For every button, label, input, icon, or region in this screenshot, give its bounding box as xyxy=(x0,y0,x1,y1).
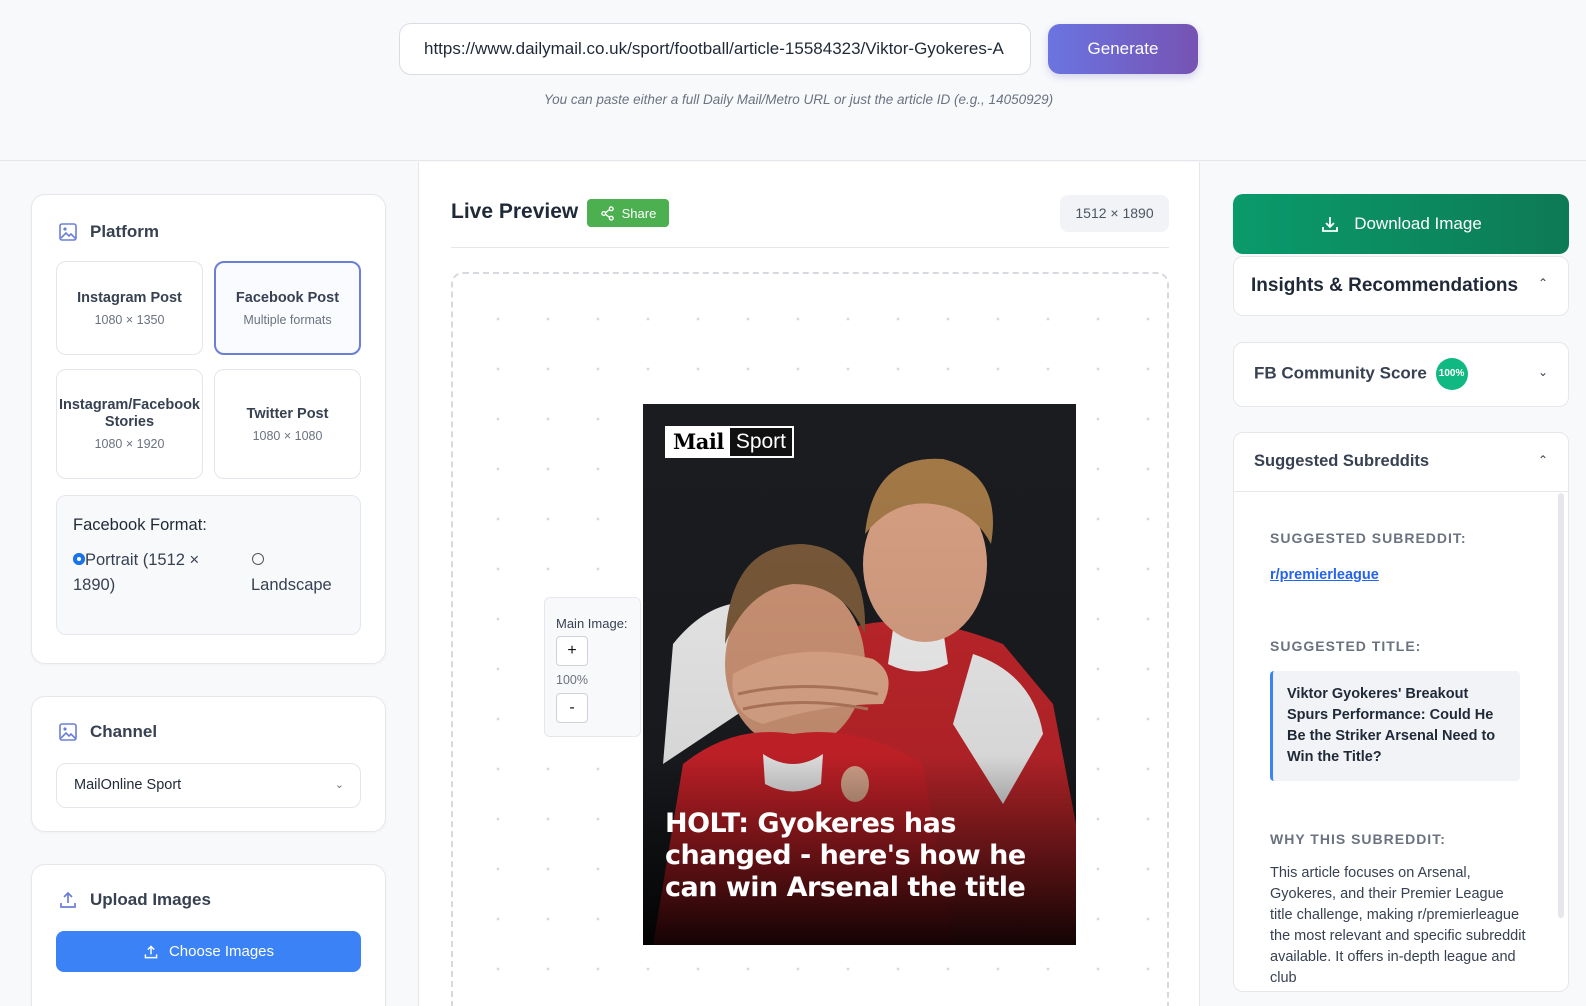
fb-score-badge: 100% xyxy=(1435,358,1468,390)
dimensions-badge: 1512 × 1890 xyxy=(1060,195,1169,232)
upload-heading: Upload Images xyxy=(58,890,211,910)
download-label: Download Image xyxy=(1354,214,1482,233)
logo-mail: Mail xyxy=(667,428,730,456)
share-icon xyxy=(600,205,614,221)
option-sub: 1080 × 1920 xyxy=(94,437,165,451)
chevron-up-icon[interactable]: ⌃ xyxy=(1538,453,1548,467)
option-sub: Multiple formats xyxy=(243,312,332,327)
share-label: Share xyxy=(621,205,657,221)
divider xyxy=(1234,491,1568,492)
platform-option-stories[interactable]: Instagram/Facebook Stories 1080 × 1920 xyxy=(56,369,203,479)
upload-title: Upload Images xyxy=(90,890,211,909)
platform-option-facebook-post[interactable]: Facebook Post Multiple formats xyxy=(214,261,361,355)
option-sub: 1080 × 1080 xyxy=(252,428,323,443)
logo-sport: Sport xyxy=(729,428,793,456)
scrollbar[interactable] xyxy=(1558,493,1564,918)
chevron-down-icon: ⌄ xyxy=(334,779,344,791)
mail-sport-logo: Mail Sport xyxy=(665,426,795,458)
option-name: Instagram/Facebook Stories xyxy=(58,397,200,430)
platform-card: Platform Instagram Post 1080 × 1350 Face… xyxy=(31,194,386,664)
channel-select[interactable]: MailOnline Sport ⌄ xyxy=(56,763,361,808)
subreddits-card: Suggested Subreddits ⌃ SUGGESTED SUBREDD… xyxy=(1233,432,1569,992)
suggested-title-box: Viktor Gyokeres' Breakout Spurs Performa… xyxy=(1270,671,1520,781)
option-name: Twitter Post xyxy=(246,405,329,422)
divider xyxy=(451,247,1169,248)
facebook-format-label: Facebook Format: xyxy=(73,516,207,534)
image-icon xyxy=(59,723,77,741)
share-button[interactable]: Share xyxy=(587,199,669,227)
top-bar: Generate You can paste either a full Dai… xyxy=(0,0,1586,161)
insights-title: Insights & Recommendations xyxy=(1251,275,1519,296)
download-image-button[interactable]: Download Image xyxy=(1233,194,1569,254)
facebook-format-box: Facebook Format: Portrait (1512 × 1890) … xyxy=(56,495,361,635)
radio-landscape[interactable]: Landscape xyxy=(251,548,351,598)
radio-selected-icon[interactable] xyxy=(73,552,85,565)
fb-score-card[interactable]: FB Community Score 100% ⌄ xyxy=(1233,342,1569,407)
option-sub: 1080 × 1350 xyxy=(94,312,165,327)
subreddit-link[interactable]: r/premierleague xyxy=(1270,567,1379,583)
radio-landscape-label: Landscape xyxy=(251,576,332,594)
radio-portrait[interactable]: Portrait (1512 × 1890) xyxy=(73,548,223,598)
preview-headline: HOLT: Gyokeres has changed - here's how … xyxy=(665,808,1026,903)
option-name: Instagram Post xyxy=(77,289,182,306)
fb-score-heading: FB Community Score 100% xyxy=(1254,358,1468,390)
platform-heading: Platform xyxy=(58,222,159,242)
platform-option-instagram-post[interactable]: Instagram Post 1080 × 1350 xyxy=(56,261,203,355)
url-hint: You can paste either a full Daily Mail/M… xyxy=(543,92,1054,107)
download-icon xyxy=(1322,217,1339,232)
suggested-title-heading: SUGGESTED TITLE: xyxy=(1270,638,1422,654)
channel-card: Channel MailOnline Sport ⌄ xyxy=(31,696,386,832)
zoom-label: Main Image: xyxy=(556,616,628,631)
article-url-input[interactable] xyxy=(399,23,1031,75)
live-preview-title: Live Preview xyxy=(451,200,579,223)
channel-heading: Channel xyxy=(58,722,157,742)
radio-portrait-label: Portrait (1512 × 1890) xyxy=(73,551,200,594)
upload-icon xyxy=(144,944,158,958)
why-subreddit-text: This article focuses on Arsenal, Gyokere… xyxy=(1270,865,1526,986)
insights-card[interactable]: Insights & Recommendations ⌃ xyxy=(1233,256,1569,316)
zoom-in-button[interactable]: + xyxy=(556,636,588,666)
zoom-panel: Main Image: + 100% - xyxy=(544,597,641,737)
choose-images-label: Choose Images xyxy=(168,943,275,960)
option-name: Facebook Post xyxy=(235,289,340,306)
upload-icon xyxy=(60,891,76,908)
chevron-down-icon[interactable]: ⌄ xyxy=(1538,365,1548,379)
platform-title: Platform xyxy=(90,222,159,241)
channel-title: Channel xyxy=(90,722,158,741)
subreddits-title: Suggested Subreddits xyxy=(1254,452,1430,470)
zoom-value: 100% xyxy=(556,673,588,687)
channel-selected-value: MailOnline Sport xyxy=(74,777,182,793)
preview-image[interactable]: Mail Sport HOLT: Gyokeres has changed - … xyxy=(643,404,1076,945)
choose-images-button[interactable]: Choose Images xyxy=(56,931,361,972)
generate-button[interactable]: Generate xyxy=(1048,24,1198,74)
image-icon xyxy=(59,223,77,241)
zoom-out-button[interactable]: - xyxy=(556,693,588,723)
suggested-subreddit-heading: SUGGESTED SUBREDDIT: xyxy=(1270,530,1467,546)
radio-unselected-icon[interactable] xyxy=(252,552,264,565)
platform-option-twitter-post[interactable]: Twitter Post 1080 × 1080 xyxy=(214,369,361,479)
why-subreddit-heading: WHY THIS SUBREDDIT: xyxy=(1270,831,1446,847)
chevron-up-icon[interactable]: ⌃ xyxy=(1538,276,1548,290)
fb-score-label: FB Community Score xyxy=(1254,363,1427,383)
upload-card: Upload Images Choose Images xyxy=(31,864,386,1006)
